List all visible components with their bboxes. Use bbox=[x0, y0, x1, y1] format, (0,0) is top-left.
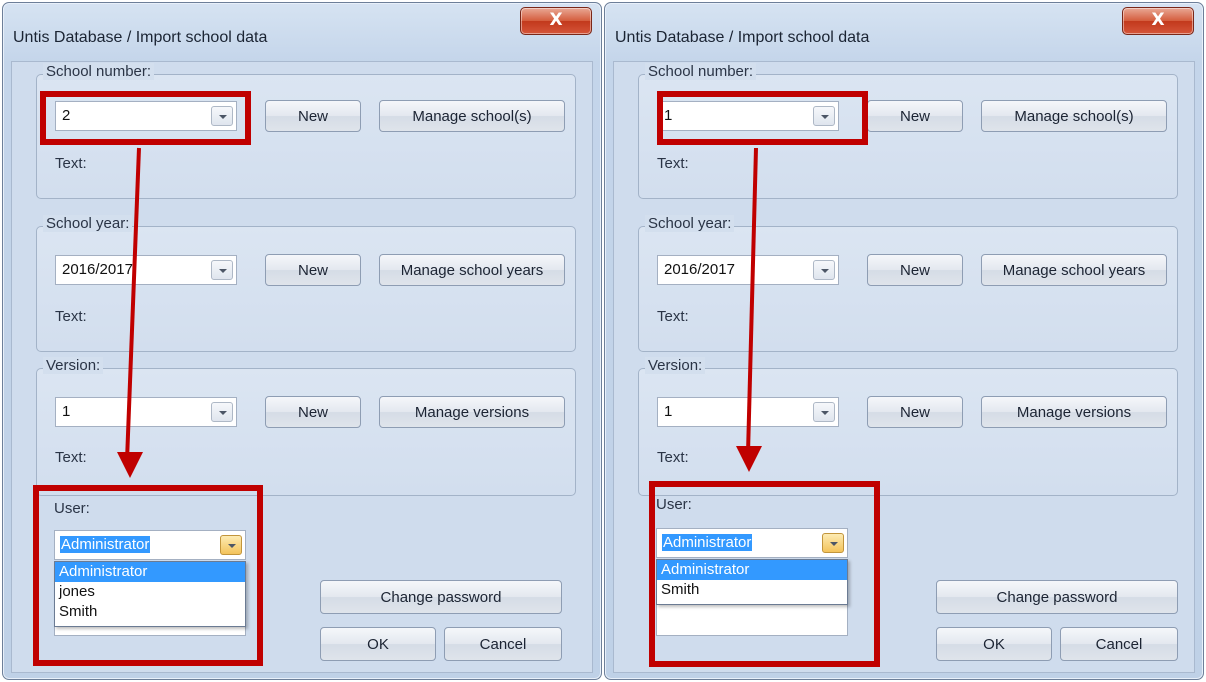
manage-versions-button[interactable]: Manage versions bbox=[379, 396, 565, 428]
school-year-value: 2016/2017 bbox=[62, 261, 133, 278]
change-password-button[interactable]: Change password bbox=[936, 580, 1178, 614]
chevron-down-icon[interactable] bbox=[822, 533, 844, 553]
chevron-down-icon[interactable] bbox=[220, 535, 242, 555]
school-number-label: School number: bbox=[43, 63, 155, 80]
new-school-year-button[interactable]: New bbox=[867, 254, 963, 286]
user-label: User: bbox=[656, 496, 692, 513]
chevron-down-icon[interactable] bbox=[211, 260, 233, 280]
school-number-value: 2 bbox=[62, 107, 71, 124]
close-button[interactable]: X bbox=[520, 7, 592, 35]
user-option-jones[interactable]: jones bbox=[55, 582, 245, 602]
chevron-down-icon[interactable] bbox=[813, 106, 835, 126]
new-version-button[interactable]: New bbox=[265, 396, 361, 428]
dialog-body: School number: 1 New Manage school(s) Te… bbox=[613, 61, 1195, 673]
school-year-combo[interactable]: 2016/2017 bbox=[657, 255, 839, 285]
school-number-group: School number: 2 New Manage school(s) Te… bbox=[36, 63, 576, 199]
school-year-text-label: Text: bbox=[657, 308, 689, 325]
title-bar: Untis Database / Import school data X bbox=[605, 3, 1203, 61]
close-button[interactable]: X bbox=[1122, 7, 1194, 35]
school-year-label: School year: bbox=[43, 215, 133, 232]
user-option-administrator[interactable]: Administrator bbox=[55, 562, 245, 582]
user-value: Administrator bbox=[662, 534, 753, 551]
version-value: 1 bbox=[664, 403, 673, 420]
manage-school-years-button[interactable]: Manage school years bbox=[379, 254, 565, 286]
school-number-group: School number: 1 New Manage school(s) Te… bbox=[638, 63, 1178, 199]
new-school-button[interactable]: New bbox=[867, 100, 963, 132]
version-label: Version: bbox=[645, 357, 706, 374]
manage-versions-button[interactable]: Manage versions bbox=[981, 396, 1167, 428]
school-year-value: 2016/2017 bbox=[664, 261, 735, 278]
chevron-down-icon[interactable] bbox=[211, 106, 233, 126]
user-dropdown-list: Administrator Smith bbox=[656, 559, 848, 605]
version-label: Version: bbox=[43, 357, 104, 374]
version-combo[interactable]: 1 bbox=[55, 397, 237, 427]
chevron-down-icon[interactable] bbox=[211, 402, 233, 422]
version-text-label: Text: bbox=[55, 449, 87, 466]
dialog-right: Untis Database / Import school data X Sc… bbox=[604, 2, 1204, 680]
chevron-down-icon[interactable] bbox=[813, 402, 835, 422]
school-year-label: School year: bbox=[645, 215, 735, 232]
school-year-combo[interactable]: 2016/2017 bbox=[55, 255, 237, 285]
change-password-button[interactable]: Change password bbox=[320, 580, 562, 614]
ok-button[interactable]: OK bbox=[936, 627, 1052, 661]
school-year-group: School year: 2016/2017 New Manage school… bbox=[36, 215, 576, 352]
version-value: 1 bbox=[62, 403, 71, 420]
school-number-text-label: Text: bbox=[55, 155, 87, 172]
cancel-button[interactable]: Cancel bbox=[1060, 627, 1178, 661]
chevron-down-icon[interactable] bbox=[813, 260, 835, 280]
user-option-administrator[interactable]: Administrator bbox=[657, 560, 847, 580]
dialog-left: Untis Database / Import school data X Sc… bbox=[2, 2, 602, 680]
user-option-smith[interactable]: Smith bbox=[55, 602, 245, 622]
new-version-button[interactable]: New bbox=[867, 396, 963, 428]
user-option-smith[interactable]: Smith bbox=[657, 580, 847, 600]
school-number-combo[interactable]: 2 bbox=[55, 101, 237, 131]
school-number-value: 1 bbox=[664, 107, 673, 124]
dialog-title: Untis Database / Import school data bbox=[615, 29, 870, 46]
school-number-label: School number: bbox=[645, 63, 757, 80]
manage-schools-button[interactable]: Manage school(s) bbox=[981, 100, 1167, 132]
ok-button[interactable]: OK bbox=[320, 627, 436, 661]
school-year-text-label: Text: bbox=[55, 308, 87, 325]
annotation-arrow-head-right bbox=[736, 446, 762, 472]
dialog-body: School number: 2 New Manage school(s) Te… bbox=[11, 61, 593, 673]
dialog-title: Untis Database / Import school data bbox=[13, 29, 268, 46]
close-icon: X bbox=[549, 10, 563, 30]
new-school-year-button[interactable]: New bbox=[265, 254, 361, 286]
school-number-combo[interactable]: 1 bbox=[657, 101, 839, 131]
user-combo[interactable]: Administrator bbox=[54, 530, 246, 560]
manage-schools-button[interactable]: Manage school(s) bbox=[379, 100, 565, 132]
version-text-label: Text: bbox=[657, 449, 689, 466]
version-group: Version: 1 New Manage versions Text: bbox=[638, 357, 1178, 496]
new-school-button[interactable]: New bbox=[265, 100, 361, 132]
school-number-text-label: Text: bbox=[657, 155, 689, 172]
user-combo[interactable]: Administrator bbox=[656, 528, 848, 558]
annotation-arrow-head-left bbox=[117, 452, 143, 478]
title-bar: Untis Database / Import school data X bbox=[3, 3, 601, 61]
manage-school-years-button[interactable]: Manage school years bbox=[981, 254, 1167, 286]
user-label: User: bbox=[54, 500, 90, 517]
cancel-button[interactable]: Cancel bbox=[444, 627, 562, 661]
user-value: Administrator bbox=[60, 536, 151, 553]
user-dropdown-list: Administrator jones Smith bbox=[54, 561, 246, 627]
school-year-group: School year: 2016/2017 New Manage school… bbox=[638, 215, 1178, 352]
close-icon: X bbox=[1151, 10, 1165, 30]
